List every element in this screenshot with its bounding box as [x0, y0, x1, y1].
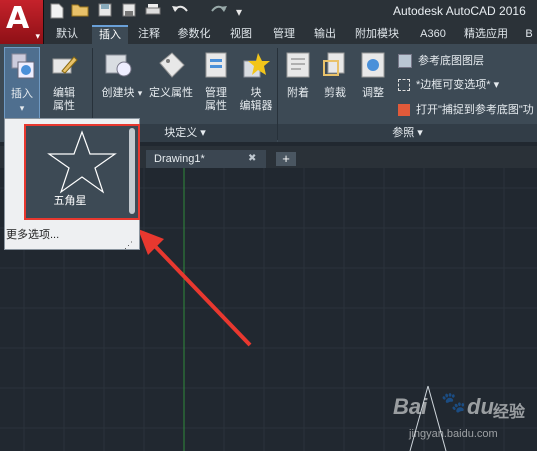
tab-drawing1[interactable]: Drawing1* ✖ — [146, 150, 266, 168]
chevron-down-icon: ▾ — [35, 31, 40, 41]
attach-icon — [286, 52, 310, 78]
edit-attribute-icon — [52, 56, 78, 74]
define-attribute-button[interactable]: 定义属性 — [146, 47, 196, 107]
tab-annotate[interactable]: 注释 — [134, 25, 164, 44]
edit-attribute-button[interactable]: 编辑 属性 — [44, 47, 84, 122]
chevron-down-icon: ▾ — [490, 79, 500, 91]
open-icon[interactable] — [70, 3, 90, 21]
layers-icon — [398, 54, 412, 69]
manage-attributes-button[interactable]: 管理 属性 — [198, 47, 234, 117]
chevron-down-icon: ▾ — [197, 127, 206, 139]
attach-label: 附着 — [287, 87, 309, 99]
manage-attributes-label-2: 属性 — [205, 100, 227, 112]
chevron-down-icon: ▾ — [137, 88, 143, 98]
edit-attribute-label-2: 属性 — [53, 100, 75, 112]
watermark-url: jingyan.baidu.com — [409, 428, 498, 440]
insert-block-button[interactable]: 插入 ▾ — [4, 47, 40, 119]
undo-icon[interactable] — [170, 3, 192, 21]
frame-icon — [398, 79, 410, 92]
watermark-brand-suffix: du — [467, 394, 494, 419]
create-block-icon — [105, 54, 132, 77]
drawing-tab-title: Drawing1* — [154, 153, 205, 165]
block-definition-label: 块定义 — [164, 127, 198, 139]
chevron-down-icon: ▾ — [414, 127, 423, 139]
underlay-layers-label: 参考底图图层 — [418, 55, 484, 67]
tab-parametric[interactable]: 参数化 — [172, 25, 216, 44]
print-icon[interactable] — [144, 3, 162, 21]
edit-attribute-label-1: 编辑 — [53, 87, 75, 99]
application-menu-button[interactable]: A ▾ — [0, 0, 44, 44]
reference-label: 参照 — [392, 127, 415, 139]
watermark-cn: 经验 — [493, 404, 526, 421]
customize-dropdown-icon[interactable]: ▾ — [232, 3, 246, 21]
frame-variable-label: *边框可变选项* — [416, 79, 491, 91]
chevron-down-icon: ▾ — [19, 103, 25, 113]
insert-label: 插入 — [11, 88, 33, 100]
annotation-arrow — [138, 229, 252, 347]
baidu-watermark: Bai 🐾 du 经验 jingyan.baidu.com — [385, 388, 535, 448]
save-icon[interactable] — [96, 3, 114, 21]
frame-variable-dropdown[interactable]: *边框可变选项* ▾ — [398, 76, 499, 92]
block-editor-button[interactable]: 块 编辑器 — [236, 47, 276, 117]
new-tab-button[interactable]: + — [276, 152, 296, 166]
autocad-logo-icon: A — [6, 1, 30, 36]
insert-icon — [11, 53, 35, 79]
tab-manage[interactable]: 管理 — [269, 25, 299, 44]
clip-button[interactable]: 剪裁 — [318, 47, 352, 107]
block-name-label: 五角星 — [53, 195, 87, 207]
attach-button[interactable]: 附着 — [281, 47, 315, 107]
tab-insert[interactable]: 插入 — [92, 25, 128, 44]
more-options-link[interactable]: 更多选项... — [6, 226, 59, 242]
manage-attributes-icon — [205, 52, 227, 78]
tag-icon — [159, 52, 185, 78]
paw-icon: 🐾 — [441, 392, 466, 414]
redo-icon[interactable] — [207, 3, 229, 21]
snap-to-underlay-button[interactable]: 打开"捕捉到参考底图"功 — [398, 101, 534, 117]
block-editor-label-1: 块 — [250, 87, 262, 99]
clip-label: 剪裁 — [324, 87, 346, 99]
underlay-layers-button[interactable]: 参考底图图层 — [398, 52, 484, 69]
gallery-scrollbar[interactable] — [129, 128, 135, 214]
create-block-label: 创建块 — [101, 87, 135, 99]
block-editor-label-2: 编辑器 — [239, 100, 273, 112]
manage-attributes-label-1: 管理 — [205, 87, 227, 99]
reference-panel-title[interactable]: 参照 ▾ — [278, 124, 537, 142]
watermark-brand: Bai — [393, 394, 428, 419]
adjust-label: 调整 — [362, 87, 384, 99]
saveas-icon[interactable] — [120, 3, 138, 21]
tab-addins[interactable]: 附加模块 — [348, 25, 406, 44]
snap-icon — [398, 104, 410, 117]
block-editor-icon — [243, 53, 270, 78]
tab-overflow[interactable]: B — [522, 25, 536, 44]
tab-view[interactable]: 视图 — [226, 25, 256, 44]
adjust-button[interactable]: 调整 — [356, 47, 390, 107]
tab-output[interactable]: 输出 — [310, 25, 340, 44]
tab-default[interactable]: 默认 — [52, 25, 82, 44]
star-icon — [47, 130, 117, 194]
ribbon-tab-bar: 默认 插入 注释 参数化 视图 管理 输出 附加模块 A360 精选应用 B — [44, 24, 537, 44]
tab-featured-apps[interactable]: 精选应用 — [458, 25, 514, 44]
define-attribute-label: 定义属性 — [149, 87, 193, 99]
window-title: Autodesk AutoCAD 2016 — [393, 4, 526, 18]
resize-grip-icon[interactable]: ⋰ — [124, 240, 133, 251]
adjust-icon — [361, 52, 385, 78]
new-icon[interactable] — [48, 3, 66, 21]
close-icon[interactable]: ✖ — [248, 153, 256, 164]
tab-a360[interactable]: A360 — [416, 25, 450, 44]
snap-to-underlay-label: 打开"捕捉到参考底图"功 — [416, 104, 534, 116]
clip-icon — [323, 52, 345, 76]
create-block-button[interactable]: 创建块 ▾ — [96, 47, 142, 107]
